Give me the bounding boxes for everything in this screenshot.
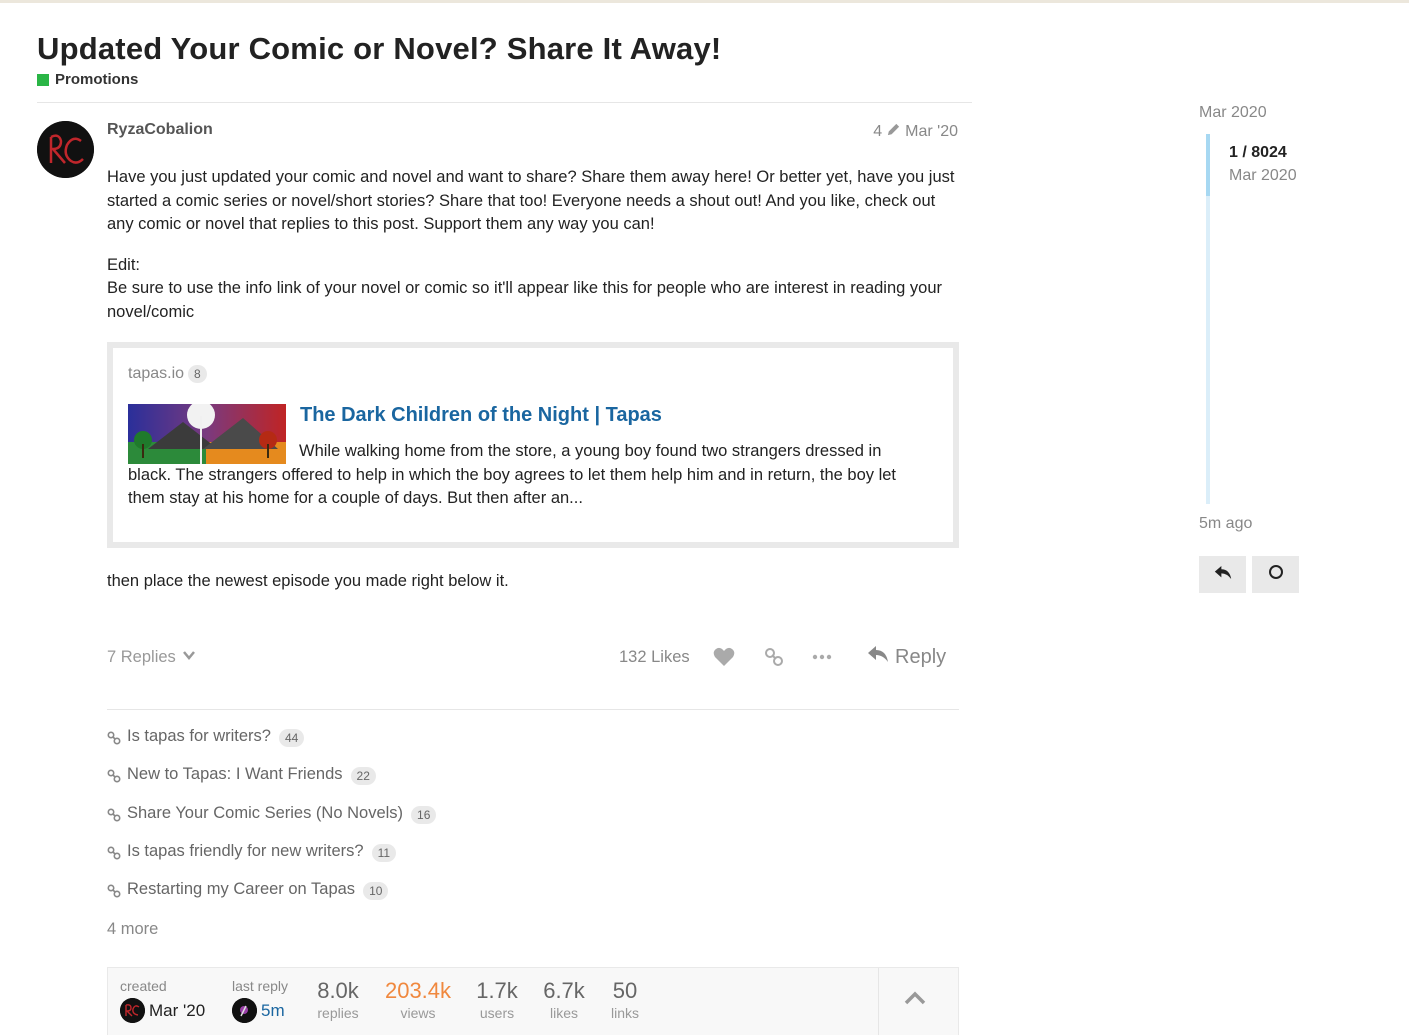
link-icon — [107, 765, 121, 788]
created-info: created Mar '20 — [120, 978, 205, 1023]
edit-count: 4 — [873, 123, 883, 140]
click-count-badge: 8 — [188, 365, 207, 383]
stat-links: 50 links — [608, 978, 642, 1022]
stat-label: replies — [317, 1005, 359, 1021]
post-paragraph: Have you just updated your comic and nov… — [107, 168, 955, 233]
link-icon — [107, 804, 121, 827]
avatar — [120, 998, 145, 1023]
pencil-icon — [886, 122, 901, 142]
divider — [107, 709, 959, 710]
created-label: created — [120, 978, 167, 994]
linked-topics-list: Is tapas for writers? 44 New to Tapas: I… — [107, 727, 437, 918]
stat-value: 6.7k — [543, 978, 585, 1003]
post-meta[interactable]: 4 Mar '20 — [873, 122, 958, 142]
link-preview-card[interactable]: tapas.io 8 The Dark Children of the Nigh… — [107, 342, 959, 548]
link-preview-description: While walking home from the store, a you… — [128, 442, 897, 507]
linked-topic[interactable]: Share Your Comic Series (No Novels) 16 — [107, 803, 437, 842]
last-reply-time: 5m — [261, 1000, 285, 1020]
reply-label: Reply — [895, 645, 947, 668]
stat-label: users — [479, 1005, 515, 1021]
post-paragraph: Be sure to use the info link of your nov… — [107, 279, 943, 321]
reply-icon — [867, 645, 889, 669]
link-icon — [107, 880, 121, 903]
linked-topic-title: Is tapas for writers? — [127, 727, 271, 745]
chevron-up-icon — [903, 991, 927, 1010]
post-date: Mar '20 — [905, 123, 958, 140]
stat-value: 50 — [612, 978, 638, 1003]
avatar — [232, 998, 257, 1023]
click-count-badge: 44 — [278, 729, 305, 747]
category-badge[interactable]: Promotions — [37, 71, 138, 88]
stat-users: 1.7k users — [474, 978, 520, 1022]
category-name: Promotions — [55, 71, 139, 88]
topic-map: created Mar '20 last reply 5m 8.0k repli… — [107, 967, 959, 1035]
linked-topic-title: Is tapas friendly for new writers? — [127, 841, 364, 860]
stat-label: likes — [549, 1005, 578, 1021]
divider — [37, 102, 972, 103]
top-border — [0, 0, 1409, 3]
edit-label: Edit: — [107, 255, 141, 274]
created-user[interactable]: Mar '20 — [120, 998, 205, 1023]
last-reply-user[interactable]: 5m — [232, 998, 288, 1023]
divider — [878, 968, 879, 1035]
link-icon — [107, 842, 121, 865]
click-count-badge: 22 — [350, 767, 376, 786]
linked-topic[interactable]: New to Tapas: I Want Friends 22 — [107, 765, 436, 803]
circle-icon — [1268, 564, 1284, 585]
timeline-start-date[interactable]: Mar 2020 — [1199, 104, 1267, 122]
link-icon — [107, 727, 121, 750]
reply-button[interactable] — [1199, 556, 1246, 593]
linked-topic[interactable]: Is tapas friendly for new writers? 11 — [107, 842, 436, 880]
avatar[interactable] — [37, 121, 94, 178]
heart-icon[interactable] — [712, 645, 736, 669]
timeline-position: 1 / 8024 — [1229, 144, 1287, 161]
stat-replies: 8.0k replies — [314, 978, 362, 1022]
linked-topic-title: New to Tapas: I Want Friends — [127, 765, 343, 784]
topic-title[interactable]: Updated Your Comic or Novel? Share It Aw… — [37, 31, 721, 67]
stat-value: 203.4k — [384, 978, 452, 1003]
click-count-badge: 10 — [363, 882, 389, 901]
stat-label: links — [610, 1005, 639, 1021]
stat-value: 1.7k — [476, 978, 518, 1003]
replies-toggle-button[interactable]: 7 Replies — [107, 648, 196, 667]
last-reply-label: last reply — [232, 978, 289, 994]
chevron-down-icon — [182, 648, 196, 667]
timeline-position-date: Mar 2020 — [1229, 167, 1297, 184]
post-body: Have you just updated your comic and nov… — [107, 166, 959, 341]
stat-likes: 6.7k likes — [541, 978, 587, 1022]
show-more-links-button[interactable]: 4 more — [107, 920, 158, 939]
linked-topic-title: Share Your Comic Series (No Novels) — [127, 803, 404, 822]
replies-count: 7 Replies — [107, 648, 176, 666]
linked-topic[interactable]: Restarting my Career on Tapas 10 — [107, 880, 436, 918]
linked-topic[interactable]: Is tapas for writers? 44 — [107, 727, 436, 765]
stat-value: 8.0k — [317, 978, 359, 1003]
reply-button[interactable]: Reply — [867, 645, 946, 669]
stat-views: 203.4k views — [381, 978, 455, 1022]
link-icon[interactable] — [762, 645, 786, 669]
post-username[interactable]: RyzaCobalion — [107, 121, 213, 139]
ellipsis-icon[interactable] — [810, 645, 834, 669]
link-preview-source[interactable]: tapas.io 8 — [128, 365, 207, 383]
timeline-end-label[interactable]: 5m ago — [1199, 515, 1252, 533]
likes-count[interactable]: 132 Likes — [619, 648, 690, 667]
link-preview-title[interactable]: The Dark Children of the Night | Tapas — [300, 404, 662, 427]
linked-topic-title: Restarting my Career on Tapas — [127, 880, 356, 899]
click-count-badge: 11 — [371, 843, 397, 862]
timeline-handle[interactable] — [1206, 134, 1210, 196]
click-count-badge: 16 — [411, 805, 437, 824]
stat-label: views — [400, 1005, 436, 1021]
post-paragraph: then place the newest episode you made r… — [107, 572, 509, 590]
last-reply-info: last reply 5m — [232, 978, 288, 1023]
reply-icon — [1214, 565, 1232, 585]
expand-topic-map-button[interactable] — [903, 990, 927, 1011]
source-domain: tapas.io — [128, 365, 185, 382]
created-date: Mar '20 — [149, 1000, 206, 1020]
category-color-square — [37, 73, 49, 86]
notification-button[interactable] — [1252, 556, 1299, 593]
